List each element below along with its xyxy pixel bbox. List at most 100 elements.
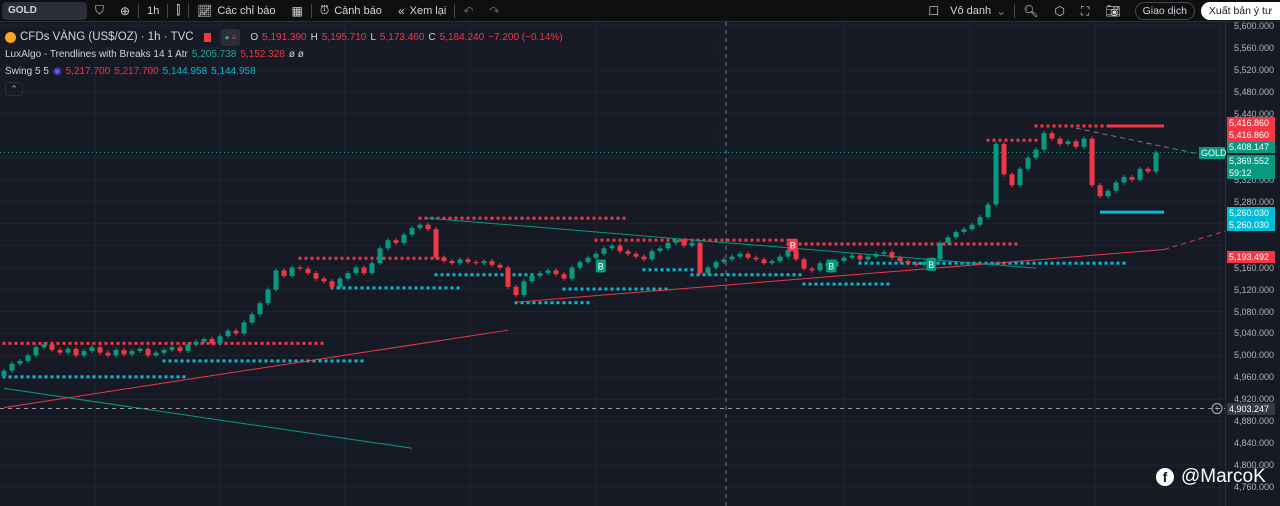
indicator-legend-swing[interactable]: Swing 5 5 ◉ 5,217.700 5,217.700 5,144.95… [5,63,563,80]
support-dot [204,359,208,363]
support-dot [50,375,54,379]
support-dot [104,375,108,379]
candle-down [97,347,103,353]
price-tick: 5,280.000 [1233,196,1274,207]
resistance-dot [592,216,596,220]
symbol-search[interactable]: GOLD [2,1,87,20]
support-dot [162,359,166,363]
candle-down [305,268,311,274]
compare-button[interactable]: ⛉ [87,0,112,22]
resistance-dot [568,216,572,220]
candle-down [297,267,303,269]
templates-button[interactable]: ▦ [284,0,311,22]
snapshot-button[interactable]: 📷︎ [1097,0,1128,22]
resistance-dot [556,216,560,220]
candle-up [241,322,247,334]
interval-button[interactable]: 1h [139,0,167,22]
candle-up [737,253,743,257]
resistance-dot [1028,138,1032,142]
price-axis[interactable]: 5,600.000 5,560.000 5,520.000 5,480.000 5,44… [1225,21,1280,506]
indicators-button[interactable]: 📈︎ Các chỉ báo [189,0,283,22]
support-dot [222,359,226,363]
trendline [3,387,413,449]
resistance-dot [1010,138,1014,142]
candle-down [1145,168,1151,172]
support-dot [598,287,602,291]
candle-up [129,351,135,355]
gear-icon: ⬡ [1054,4,1065,18]
add-symbol-button[interactable]: ⊕ [112,0,138,22]
support-dot [1038,261,1042,265]
layout-button[interactable]: ☐ Vô danh ⌄ [920,0,1014,22]
quick-search-button[interactable]: 🔍︎ [1015,0,1046,22]
support-dot [808,282,812,286]
support-dot [264,359,268,363]
resistance-dot [1034,124,1038,128]
candle-up [273,270,279,290]
resistance-dot [424,216,428,220]
support-dot [500,273,504,277]
candle-up [1121,177,1127,183]
candle-up [593,253,599,258]
support-dot [696,273,700,277]
candle-up [217,336,223,344]
support-dot [420,286,424,290]
settings-button[interactable]: ⬡ [1046,0,1072,22]
resistance-dot [182,341,186,345]
support-dot [894,261,898,265]
market-status-badge[interactable]: ● ≡ [220,29,241,46]
candle-down [1057,138,1063,145]
support-dot [438,286,442,290]
candle-down [449,261,455,264]
replay-button[interactable]: « Xem lại [390,0,454,22]
candle-up [201,338,207,342]
candle-up [353,267,359,274]
support-dot [330,359,334,363]
support-dot [176,375,180,379]
resistance-dot [98,341,102,345]
resistance-dot [544,216,548,220]
fullscreen-button[interactable]: ⛶ [1073,0,1097,22]
low-label: L [370,32,376,43]
collapse-legend-button[interactable]: ⌃ [5,82,23,96]
support-dot [888,261,892,265]
resistance-dot [998,138,1002,142]
resistance-dot [1046,124,1050,128]
support-dot [1056,261,1060,265]
resistance-dot [810,242,814,246]
price-chart[interactable]: B B B B + [0,22,1225,506]
candle-up [953,231,959,238]
flag-icon[interactable] [203,33,211,42]
resistance-dot [604,216,608,220]
trade-label: Giao dịch [1142,5,1187,17]
support-dot [98,375,102,379]
chevron-down-icon: ⌄ [996,4,1007,18]
support-dot [182,375,186,379]
support-dot [864,261,868,265]
publish-button[interactable]: Xuất bản ý tư [1200,2,1280,20]
watermark-text: @MarcoK [1181,466,1266,487]
support-dot [786,273,790,277]
candle-down [313,273,319,279]
resistance-dot [720,238,724,242]
price-tick: 5,040.000 [1233,328,1274,339]
support-dot [690,268,694,272]
resistance-dot [598,216,602,220]
crosshair-price-tag: 4,903.247 [1227,402,1275,415]
resistance-dot [1014,242,1018,246]
chart-type-button[interactable]: ⫿ [168,0,188,22]
redo-button[interactable]: ↷ [481,0,507,22]
trade-button[interactable]: Giao dịch [1134,2,1195,20]
support-dot [942,261,946,265]
resistance-dot [1088,124,1092,128]
break-label-text: B [928,260,934,270]
alerts-button[interactable]: ⏰︎ Cảnh báo [312,0,390,22]
candle-up [585,257,591,263]
undo-button[interactable]: ↶ [455,0,481,22]
support-dot [524,273,528,277]
resistance-dot [388,256,392,260]
resistance-dot [618,238,622,242]
indicator-legend-trendlines[interactable]: LuxAlgo - Trendlines with Breaks 14 1 At… [5,46,563,63]
resistance-dot [804,242,808,246]
resistance-dot [616,216,620,220]
